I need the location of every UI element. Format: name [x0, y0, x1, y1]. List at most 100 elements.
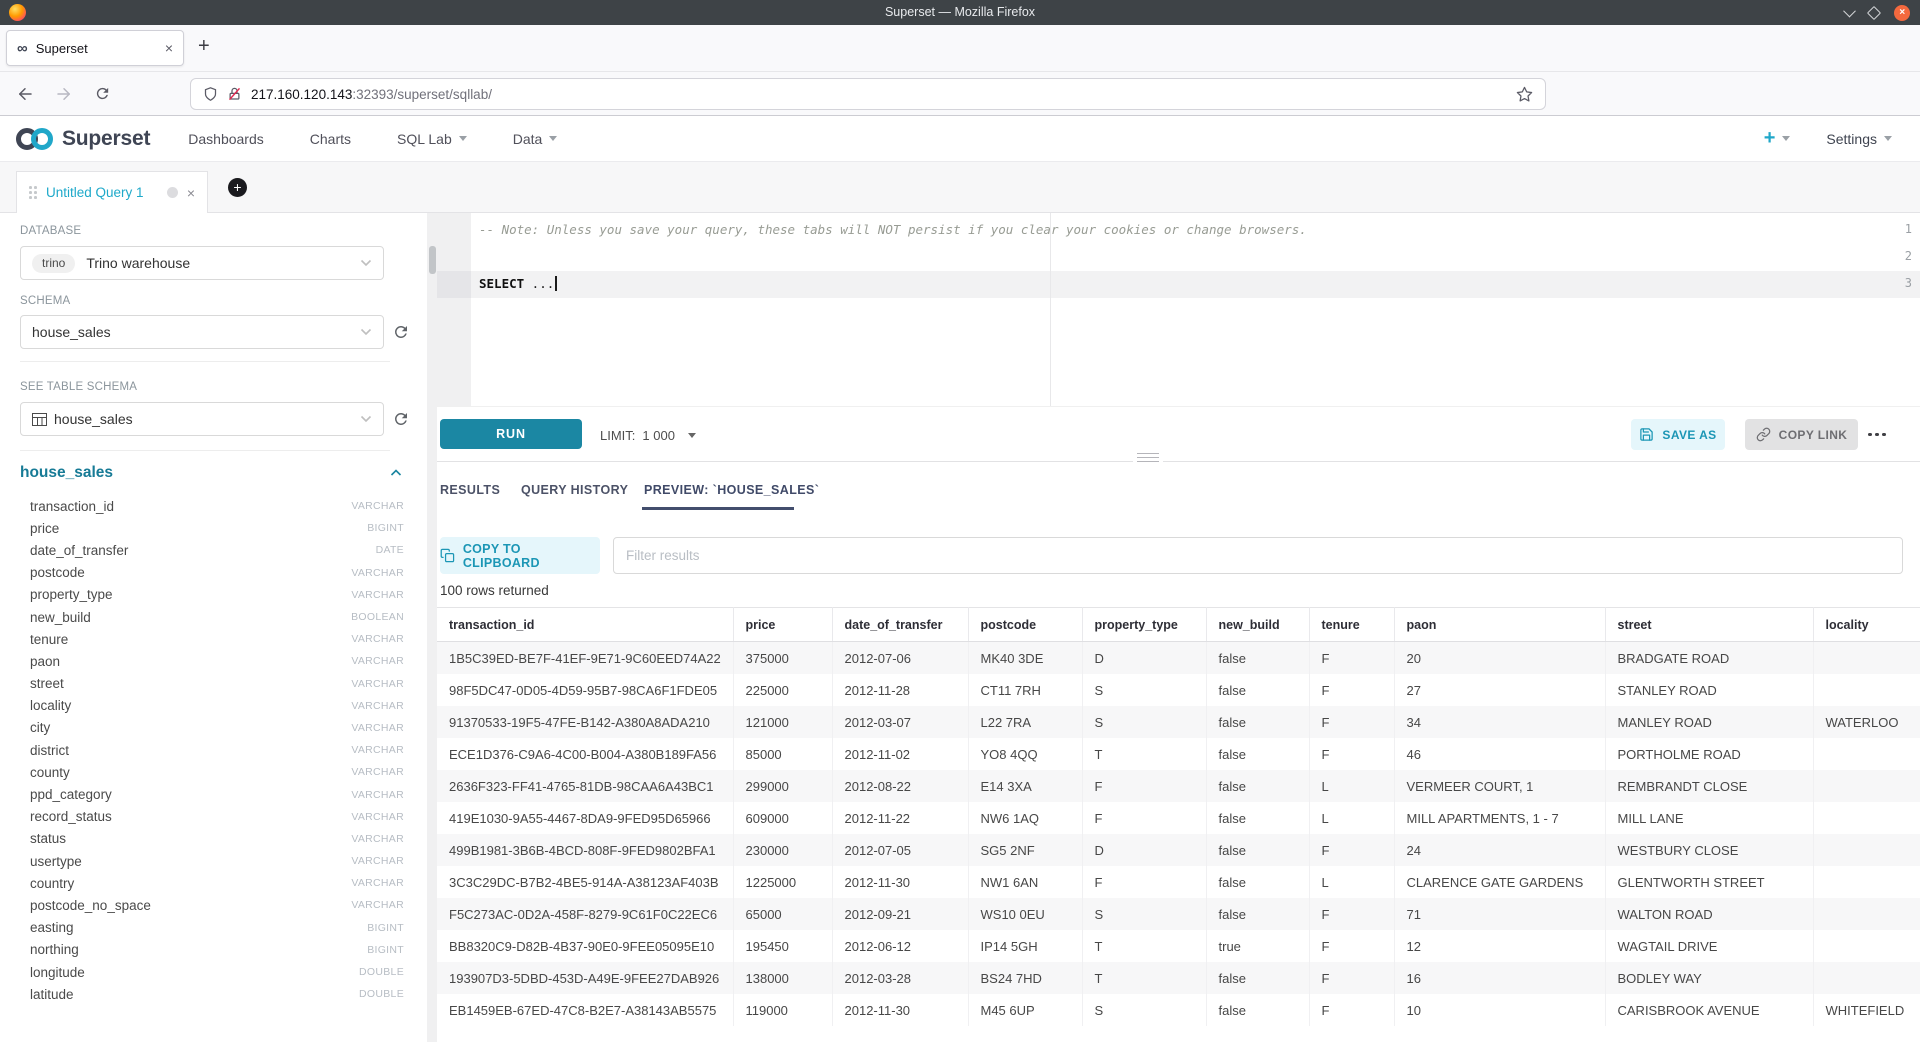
- resize-handle[interactable]: [1133, 451, 1163, 464]
- nav-item-charts[interactable]: Charts: [310, 131, 351, 147]
- schema-column-row[interactable]: property_typeVARCHAR: [20, 584, 404, 606]
- copy-link-button[interactable]: COPY LINK: [1745, 419, 1858, 450]
- table-cell: true: [1206, 930, 1309, 962]
- add-new-button[interactable]: [1764, 127, 1791, 150]
- tab-query-history[interactable]: QUERY HISTORY: [521, 483, 628, 497]
- lock-insecure-icon[interactable]: [227, 86, 242, 102]
- query-tab[interactable]: Untitled Query 1: [16, 171, 208, 213]
- column-header-postcode[interactable]: postcode: [968, 608, 1082, 642]
- database-select[interactable]: trino Trino warehouse: [20, 246, 384, 280]
- new-tab-button[interactable]: [198, 35, 210, 58]
- column-type: VARCHAR: [351, 766, 404, 778]
- sql-editor[interactable]: 1 2 3 -- Note: Unless you save your quer…: [437, 213, 1920, 406]
- nav-item-sql-lab[interactable]: SQL Lab: [397, 131, 467, 147]
- schema-column-row[interactable]: districtVARCHAR: [20, 739, 404, 761]
- column-name: status: [20, 831, 66, 846]
- schema-column-row[interactable]: paonVARCHAR: [20, 650, 404, 672]
- minimize-icon[interactable]: [1843, 5, 1856, 18]
- tab-close-icon[interactable]: [165, 40, 173, 56]
- table-row[interactable]: 1B5C39ED-BE7F-41EF-9E71-9C60EED74A223750…: [437, 642, 1920, 675]
- column-type: BOOLEAN: [351, 611, 404, 623]
- schema-column-row[interactable]: date_of_transferDATE: [20, 539, 404, 561]
- schema-column-row[interactable]: postcode_no_spaceVARCHAR: [20, 894, 404, 916]
- column-header-tenure[interactable]: tenure: [1309, 608, 1394, 642]
- forward-icon[interactable]: [55, 85, 73, 103]
- column-type: VARCHAR: [351, 567, 404, 579]
- tab-preview-house-sales[interactable]: PREVIEW: `HOUSE_SALES`: [644, 483, 819, 497]
- schema-column-row[interactable]: latitudeDOUBLE: [20, 983, 404, 1005]
- table-row[interactable]: 419E1030-9A55-4467-8DA9-9FED95D659666090…: [437, 802, 1920, 834]
- table-row[interactable]: 2636F323-FF41-4765-81DB-98CAA6A43BC12990…: [437, 770, 1920, 802]
- schema-column-row[interactable]: countryVARCHAR: [20, 872, 404, 894]
- table-schema-select[interactable]: house_sales: [20, 402, 384, 436]
- column-header-locality[interactable]: locality: [1813, 608, 1920, 642]
- schema-column-row[interactable]: tenureVARCHAR: [20, 628, 404, 650]
- superset-logo[interactable]: Superset: [16, 127, 150, 151]
- add-query-tab-button[interactable]: [228, 178, 247, 197]
- column-header-property_type[interactable]: property_type: [1082, 608, 1206, 642]
- table-row[interactable]: ECE1D376-C9A6-4C00-B004-A380B189FA568500…: [437, 738, 1920, 770]
- browser-tab[interactable]: ∞ Superset: [6, 30, 184, 66]
- collapse-icon[interactable]: [390, 469, 402, 477]
- schema-column-row[interactable]: postcodeVARCHAR: [20, 562, 404, 584]
- schema-select[interactable]: house_sales: [20, 315, 384, 349]
- schema-column-row[interactable]: streetVARCHAR: [20, 673, 404, 695]
- table-cell: false: [1206, 866, 1309, 898]
- table-row[interactable]: 91370533-19F5-47FE-B142-A380A8ADA2101210…: [437, 706, 1920, 738]
- refresh-table-icon[interactable]: [392, 410, 410, 428]
- more-options-button[interactable]: [1861, 419, 1893, 450]
- table-cell: 138000: [733, 962, 832, 994]
- filter-results-input[interactable]: [613, 537, 1903, 574]
- back-icon[interactable]: [16, 85, 34, 103]
- table-row[interactable]: 98F5DC47-0D05-4D59-95B7-98CA6F1FDE052250…: [437, 674, 1920, 706]
- schema-column-row[interactable]: eastingBIGINT: [20, 917, 404, 939]
- refresh-schema-icon[interactable]: [392, 323, 410, 341]
- limit-dropdown[interactable]: LIMIT: 1 000: [600, 407, 696, 463]
- line-number: 2: [1905, 249, 1912, 263]
- column-header-date_of_transfer[interactable]: date_of_transfer: [832, 608, 968, 642]
- table-row[interactable]: 3C3C29DC-B7B2-4BE5-914A-A38123AF403B1225…: [437, 866, 1920, 898]
- column-type: VARCHAR: [351, 700, 404, 712]
- schema-column-row[interactable]: countyVARCHAR: [20, 761, 404, 783]
- table-row[interactable]: EB1459EB-67ED-47C8-B2E7-A38143AB55751190…: [437, 994, 1920, 1026]
- scrollbar-thumb[interactable]: [429, 246, 436, 274]
- maximize-icon[interactable]: [1867, 5, 1881, 19]
- editor-gutter: [437, 213, 471, 406]
- reload-icon[interactable]: [94, 85, 111, 102]
- close-icon[interactable]: [1894, 5, 1910, 21]
- column-header-transaction_id[interactable]: transaction_id: [437, 608, 733, 642]
- copy-to-clipboard-button[interactable]: COPY TO CLIPBOARD: [440, 537, 600, 574]
- column-header-paon[interactable]: paon: [1394, 608, 1605, 642]
- run-button[interactable]: RUN: [440, 419, 582, 449]
- bookmark-star-icon[interactable]: [1516, 86, 1533, 103]
- drag-dots-icon[interactable]: [29, 186, 37, 199]
- tab-results[interactable]: RESULTS: [440, 483, 500, 497]
- settings-menu[interactable]: Settings: [1826, 131, 1892, 147]
- table-cell: 195450: [733, 930, 832, 962]
- schema-column-row[interactable]: priceBIGINT: [20, 517, 404, 539]
- column-header-street[interactable]: street: [1605, 608, 1813, 642]
- table-row[interactable]: BB8320C9-D82B-4B37-90E0-9FEE05095E101954…: [437, 930, 1920, 962]
- shield-icon[interactable]: [203, 86, 218, 102]
- schema-column-row[interactable]: usertypeVARCHAR: [20, 850, 404, 872]
- schema-column-row[interactable]: statusVARCHAR: [20, 828, 404, 850]
- url-bar[interactable]: 217.160.120.143:32393/superset/sqllab/: [190, 78, 1546, 110]
- save-as-button[interactable]: SAVE AS: [1631, 419, 1725, 450]
- nav-item-dashboards[interactable]: Dashboards: [188, 131, 264, 147]
- table-row[interactable]: 193907D3-5DBD-453D-A49E-9FEE27DAB9261380…: [437, 962, 1920, 994]
- schema-column-row[interactable]: cityVARCHAR: [20, 717, 404, 739]
- table-cell: 419E1030-9A55-4467-8DA9-9FED95D65966: [437, 802, 733, 834]
- schema-column-row[interactable]: localityVARCHAR: [20, 695, 404, 717]
- schema-column-row[interactable]: longitudeDOUBLE: [20, 961, 404, 983]
- schema-column-row[interactable]: northingBIGINT: [20, 939, 404, 961]
- schema-column-row[interactable]: transaction_idVARCHAR: [20, 495, 404, 517]
- column-header-new_build[interactable]: new_build: [1206, 608, 1309, 642]
- table-row[interactable]: F5C273AC-0D2A-458F-8279-9C61F0C22EC66500…: [437, 898, 1920, 930]
- schema-column-row[interactable]: record_statusVARCHAR: [20, 806, 404, 828]
- table-row[interactable]: 499B1981-3B6B-4BCD-808F-9FED9802BFA12300…: [437, 834, 1920, 866]
- nav-item-data[interactable]: Data: [513, 131, 558, 147]
- schema-column-row[interactable]: new_buildBOOLEAN: [20, 606, 404, 628]
- schema-column-row[interactable]: ppd_categoryVARCHAR: [20, 783, 404, 805]
- query-tab-close-icon[interactable]: [187, 185, 195, 201]
- column-header-price[interactable]: price: [733, 608, 832, 642]
